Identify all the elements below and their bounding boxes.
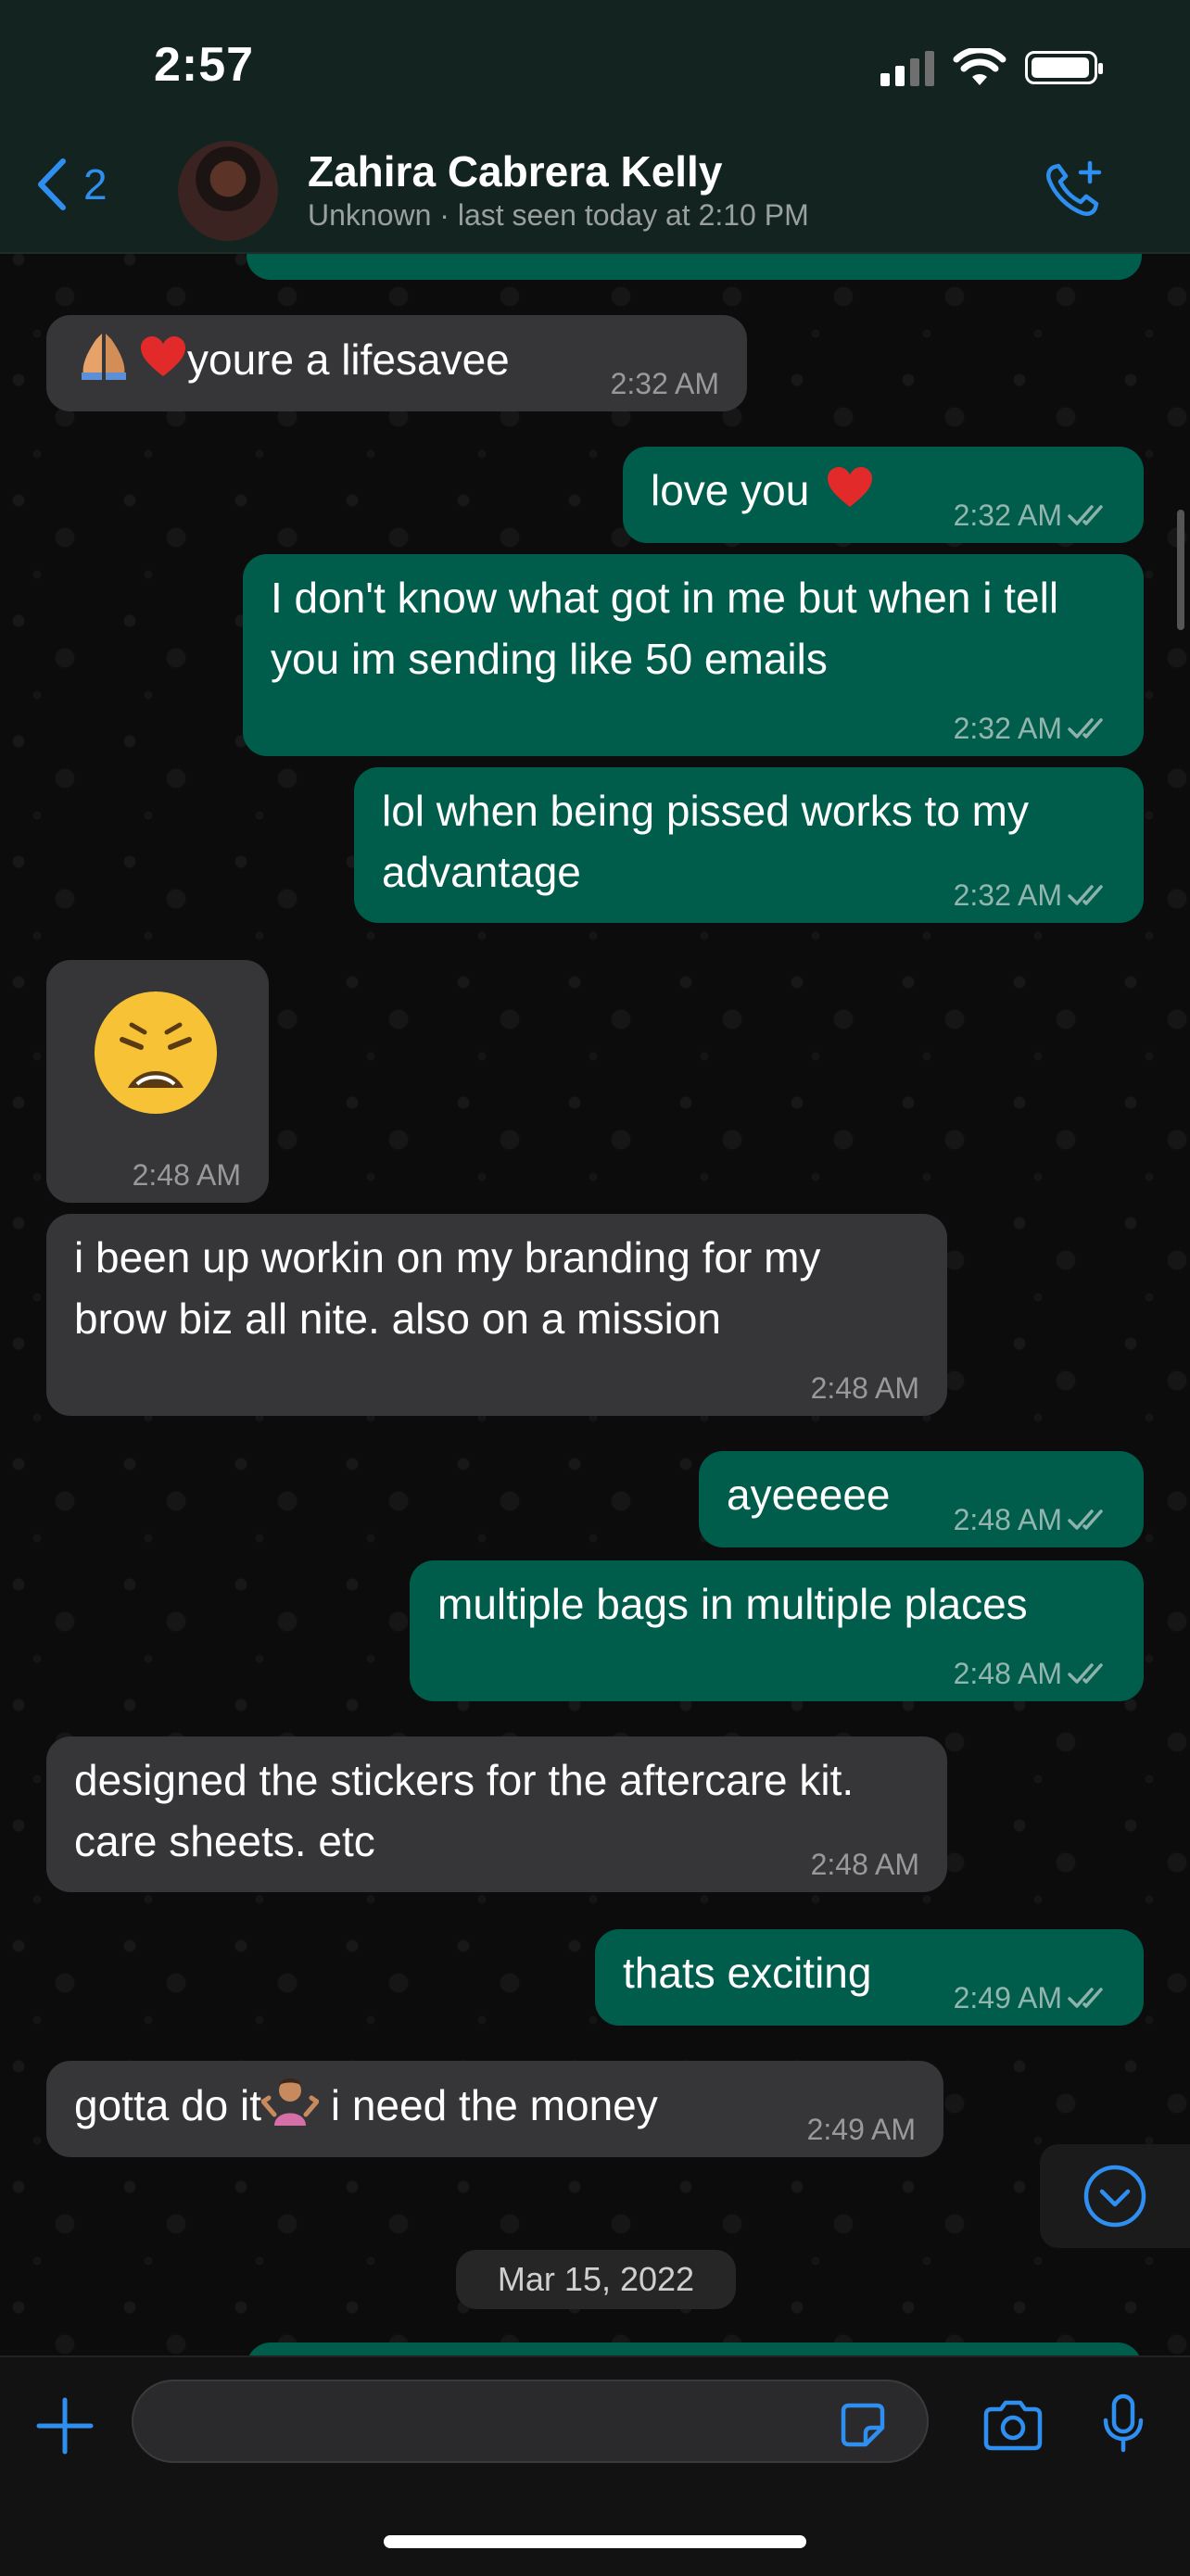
message-text: designed the stickers for the aftercare …	[74, 1756, 855, 1865]
scroll-to-bottom-button[interactable]	[1040, 2144, 1190, 2248]
message-bubble-incoming[interactable]: gotta do it i need the money 2:49 AM	[46, 2061, 943, 2157]
contact-status: Unknown · last seen today at 2:10 PM	[308, 198, 809, 232]
message-text: i been up workin on my branding for my b…	[74, 1233, 821, 1343]
battery-icon	[1025, 51, 1103, 84]
message-bubble-outgoing[interactable]: I don't know what got in me but when i t…	[243, 554, 1144, 756]
message-text: thats exciting	[623, 1949, 872, 1997]
read-receipt-icon	[1068, 505, 1103, 525]
scroll-indicator	[1177, 510, 1184, 630]
sticker-icon	[841, 2403, 885, 2447]
praying-hands-icon	[74, 328, 133, 396]
message-time: 2:48 AM	[953, 1503, 1062, 1536]
message-bubble-incoming-emoji[interactable]: 2:48 AM	[46, 960, 269, 1203]
message-time: 2:48 AM	[953, 1657, 1062, 1690]
date-divider: Mar 15, 2022	[456, 2250, 736, 2309]
status-icons	[880, 48, 1103, 87]
message-text: youre a lifesavee	[187, 335, 510, 384]
unread-count: 2	[83, 160, 108, 208]
message-time: 2:49 AM	[953, 1981, 1062, 2014]
contact-avatar[interactable]	[178, 141, 278, 241]
red-heart-icon	[139, 335, 187, 378]
add-call-button[interactable]	[1042, 158, 1107, 227]
chevron-down-circle-icon	[1083, 2165, 1146, 2228]
message-bubble-outgoing[interactable]: lol when being pissed works to my advant…	[354, 767, 1144, 923]
wifi-icon	[953, 48, 1006, 85]
chevron-left-icon	[38, 158, 66, 210]
message-text: love you	[651, 466, 810, 514]
phone-plus-icon	[1046, 160, 1102, 216]
sticker-button[interactable]	[836, 2398, 890, 2456]
message-bubble-outgoing[interactable]: ayeeeee 2:48 AM	[699, 1451, 1144, 1547]
read-receipt-icon	[1068, 1509, 1103, 1530]
message-bubble-outgoing[interactable]: multiple bags in multiple places 2:48 AM	[410, 1560, 1144, 1701]
back-button[interactable]: 2	[35, 158, 108, 211]
read-receipt-icon	[1068, 718, 1103, 739]
message-bubble-incoming[interactable]: youre a lifesavee 2:32 AM	[46, 315, 747, 411]
message-text: multiple bags in multiple places	[437, 1580, 1028, 1628]
red-heart-icon	[826, 466, 874, 509]
message-time: 2:32 AM	[953, 712, 1062, 745]
message-input[interactable]	[132, 2380, 929, 2463]
message-time: 2:48 AM	[810, 1848, 919, 1881]
message-text-start: gotta do it	[74, 2081, 262, 2129]
status-time: 2:57	[154, 38, 255, 92]
weary-face-icon	[95, 991, 217, 1114]
message-bubble-outgoing[interactable]: love you 2:32 AM	[623, 447, 1144, 543]
voice-message-button[interactable]	[1101, 2393, 1146, 2460]
camera-icon	[983, 2400, 1043, 2451]
message-time: 2:48 AM	[810, 1371, 919, 1405]
signal-icon	[880, 49, 934, 86]
read-receipt-icon	[1068, 1663, 1103, 1684]
message-bubble-incoming[interactable]: designed the stickers for the aftercare …	[46, 1736, 947, 1892]
message-time: 2:32 AM	[953, 878, 1062, 912]
message-time: 2:32 AM	[610, 367, 719, 400]
message-time: 2:48 AM	[132, 1158, 241, 1192]
contact-name[interactable]: Zahira Cabrera Kelly	[308, 146, 722, 196]
attach-button[interactable]	[33, 2394, 96, 2462]
message-bubble-outgoing[interactable]: thats exciting 2:49 AM	[595, 1929, 1144, 2026]
message-text: ayeeeee	[727, 1471, 891, 1519]
camera-button[interactable]	[981, 2398, 1045, 2456]
message-time: 2:49 AM	[806, 2113, 916, 2146]
microphone-icon	[1103, 2393, 1144, 2453]
chat-header: 2:57 2 Zahira Cabrera Kelly Unknown · la…	[0, 0, 1190, 254]
message-time: 2:32 AM	[953, 499, 1062, 532]
message-bubble-incoming[interactable]: i been up workin on my branding for my b…	[46, 1214, 947, 1416]
read-receipt-icon	[1068, 1988, 1103, 2008]
home-indicator	[384, 2535, 806, 2548]
read-receipt-icon	[1068, 885, 1103, 905]
message-text-end: i need the money	[330, 2081, 658, 2129]
plus-icon	[36, 2397, 94, 2455]
message-text: lol when being pissed works to my advant…	[382, 787, 1029, 896]
message-text: I don't know what got in me but when i t…	[271, 574, 1059, 683]
person-shrugging-icon	[260, 2074, 321, 2141]
